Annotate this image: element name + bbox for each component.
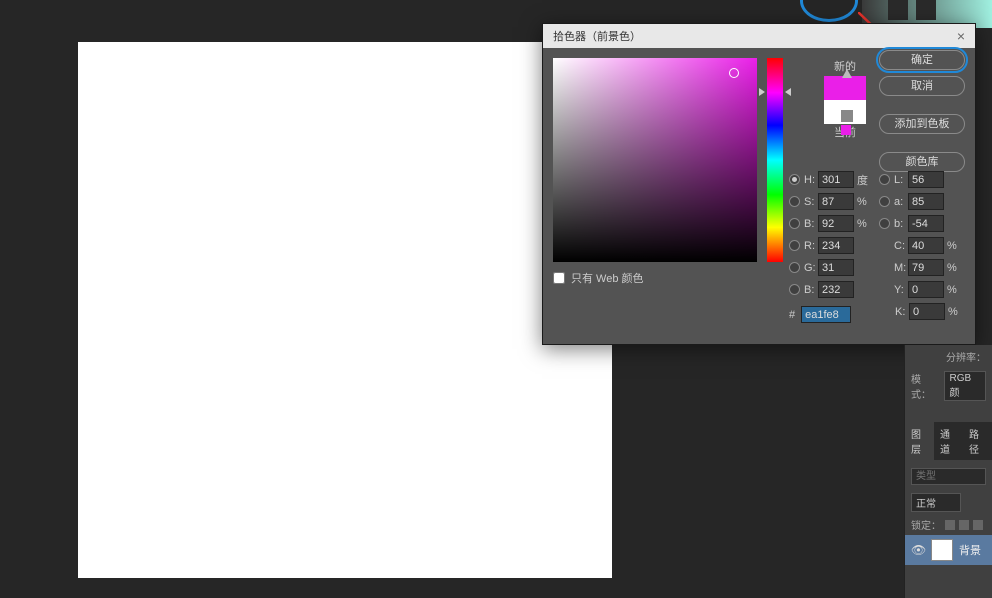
dialog-titlebar[interactable]: 拾色器（前景色） × — [543, 24, 975, 48]
gamut-warning-icon[interactable] — [841, 68, 853, 80]
color-picker-dialog: 拾色器（前景色） × 新的 当前 确定 取消 添加到色板 颜色库 — [542, 23, 976, 345]
layer-name-label: 背景 — [959, 542, 981, 558]
a-radio[interactable] — [879, 196, 890, 207]
layer-row-background[interactable]: 👁 背景 — [905, 535, 992, 565]
r-input[interactable] — [818, 237, 854, 254]
color-libraries-button[interactable]: 颜色库 — [879, 152, 965, 172]
lab-b-input[interactable] — [908, 215, 944, 232]
layer-search-input[interactable] — [911, 468, 986, 485]
mode-select[interactable]: RGB 颜 — [944, 371, 986, 401]
lock-position-icon[interactable] — [973, 520, 983, 530]
br-radio[interactable] — [789, 218, 800, 229]
right-panels: 分辨率： 模式： RGB 颜 图层 通道 路径 正常 锁定： 👁 背景 — [904, 345, 992, 598]
y-input[interactable] — [908, 281, 944, 298]
ok-button[interactable]: 确定 — [879, 50, 965, 70]
web-only-checkbox[interactable] — [553, 272, 565, 284]
hue-pointer-right — [785, 88, 791, 96]
close-icon[interactable]: × — [957, 28, 965, 44]
tab-paths[interactable]: 路径 — [963, 422, 992, 460]
websafe-closest-swatch[interactable] — [841, 125, 851, 135]
annotation-circle — [800, 0, 858, 22]
visibility-icon[interactable]: 👁 — [911, 543, 925, 557]
lock-icon[interactable] — [945, 520, 955, 530]
a-input[interactable] — [908, 193, 944, 210]
s-input[interactable] — [818, 193, 854, 210]
sv-cursor — [729, 68, 739, 78]
hex-label: # — [789, 309, 795, 321]
resolution-label: 分辨率： — [905, 345, 992, 368]
hue-slider[interactable] — [767, 58, 783, 262]
br-input[interactable] — [818, 215, 854, 232]
blend-mode-select[interactable]: 正常 — [911, 493, 961, 512]
cancel-button[interactable]: 取消 — [879, 76, 965, 96]
dialog-title-text: 拾色器（前景色） — [553, 28, 641, 44]
web-only-label: 只有 Web 颜色 — [571, 270, 644, 286]
saturation-value-field[interactable] — [553, 58, 757, 262]
hue-pointer-left — [759, 88, 765, 96]
tab-channels[interactable]: 通道 — [934, 422, 963, 460]
document-canvas[interactable] — [78, 42, 612, 578]
h-label: H: — [804, 174, 818, 186]
c-input[interactable] — [908, 237, 944, 254]
mode-label: 模式： — [911, 371, 938, 401]
websafe-warning-icon[interactable] — [841, 110, 853, 122]
gamut-closest-swatch[interactable] — [841, 88, 851, 98]
add-swatch-button[interactable]: 添加到色板 — [879, 114, 965, 134]
r-radio[interactable] — [789, 240, 800, 251]
l-input[interactable] — [908, 171, 944, 188]
l-radio[interactable] — [879, 174, 890, 185]
hex-input[interactable] — [801, 306, 851, 323]
h-radio[interactable] — [789, 174, 800, 185]
tab-layers[interactable]: 图层 — [905, 422, 934, 460]
lock-pixel-icon[interactable] — [959, 520, 969, 530]
g-input[interactable] — [818, 259, 854, 276]
s-radio[interactable] — [789, 196, 800, 207]
lock-label: 锁定： — [911, 517, 941, 532]
k-input[interactable] — [909, 303, 945, 320]
h-input[interactable] — [818, 171, 854, 188]
b-radio[interactable] — [789, 284, 800, 295]
m-input[interactable] — [908, 259, 944, 276]
g-radio[interactable] — [789, 262, 800, 273]
b-input[interactable] — [818, 281, 854, 298]
lab-b-radio[interactable] — [879, 218, 890, 229]
layer-thumbnail[interactable] — [931, 539, 953, 561]
swatch-icon[interactable] — [916, 0, 936, 20]
